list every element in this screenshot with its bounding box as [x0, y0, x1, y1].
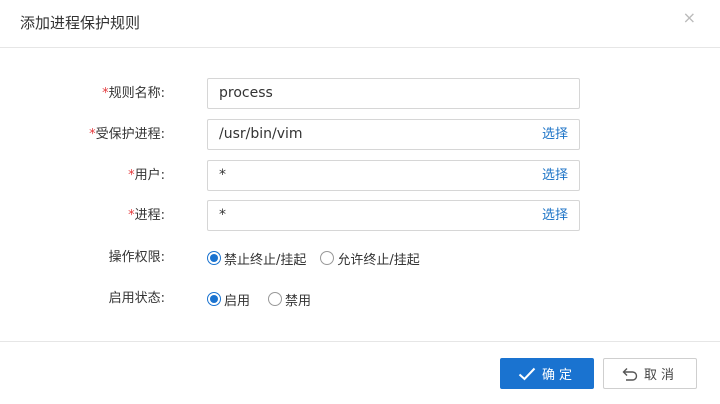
protected-process-label-text: 受保护进程:: [95, 127, 165, 142]
operation-permission-radio-group: 禁止终止/挂起 允许终止/挂起: [207, 242, 434, 274]
process-label: *进程:: [128, 200, 165, 232]
form-row-operation-permission: 操作权限: 禁止终止/挂起 允许终止/挂起: [0, 242, 720, 274]
cancel-button[interactable]: 取消: [603, 358, 697, 389]
enable-status-radio-group: 启用 禁用: [207, 283, 325, 315]
dialog-header: 添加进程保护规则 ×: [0, 0, 720, 48]
user-input[interactable]: *: [207, 160, 533, 191]
dialog-footer: 确定 取消: [0, 341, 720, 404]
rule-name-label-text: 规则名称:: [108, 86, 165, 101]
undo-icon: [622, 367, 638, 381]
protected-process-select-button[interactable]: 选择: [531, 119, 580, 150]
user-select-button[interactable]: 选择: [531, 160, 580, 191]
dialog-title: 添加进程保护规则: [20, 14, 141, 32]
process-select-button[interactable]: 选择: [531, 200, 580, 231]
user-label: *用户:: [128, 160, 165, 192]
check-icon: [518, 367, 536, 381]
cancel-button-label: 取消: [643, 368, 678, 383]
rule-name-input[interactable]: process: [207, 78, 580, 109]
radio-enable-label: 启用: [224, 293, 251, 309]
radio-checked-icon: [207, 251, 221, 265]
radio-allow-terminate-suspend[interactable]: 允许终止/挂起: [320, 249, 420, 268]
radio-forbid-label: 禁止终止/挂起: [224, 252, 307, 268]
confirm-button-label: 确定: [541, 368, 576, 383]
form-row-protected-process: *受保护进程: /usr/bin/vim 选择: [0, 119, 720, 151]
radio-disable[interactable]: 禁用: [268, 290, 311, 309]
radio-forbid-terminate-suspend[interactable]: 禁止终止/挂起: [207, 249, 306, 268]
user-label-text: 用户:: [134, 168, 165, 183]
form-row-enable-status: 启用状态: 启用 禁用: [0, 283, 720, 315]
radio-unchecked-icon: [320, 251, 335, 265]
close-icon[interactable]: ×: [683, 8, 696, 28]
radio-enable[interactable]: 启用: [207, 290, 250, 309]
confirm-button[interactable]: 确定: [500, 358, 594, 389]
radio-unchecked-icon: [268, 292, 283, 306]
radio-checked-icon: [207, 292, 221, 306]
rule-name-label: *规则名称:: [102, 78, 165, 110]
radio-allow-label: 允许终止/挂起: [337, 252, 420, 268]
form-row-rule-name: *规则名称: process: [0, 78, 720, 110]
form-row-process: *进程: * 选择: [0, 200, 720, 232]
enable-status-label: 启用状态:: [108, 291, 165, 306]
protected-process-label: *受保护进程:: [89, 119, 165, 151]
protected-process-input[interactable]: /usr/bin/vim: [207, 119, 533, 150]
add-process-protection-rule-dialog: 添加进程保护规则 × *规则名称: process *受保护进程: /usr/b…: [0, 0, 720, 404]
form-row-user: *用户: * 选择: [0, 160, 720, 192]
process-input[interactable]: *: [207, 200, 533, 231]
process-label-text: 进程:: [134, 208, 165, 223]
radio-disable-label: 禁用: [285, 293, 312, 309]
operation-permission-label: 操作权限:: [108, 250, 165, 265]
